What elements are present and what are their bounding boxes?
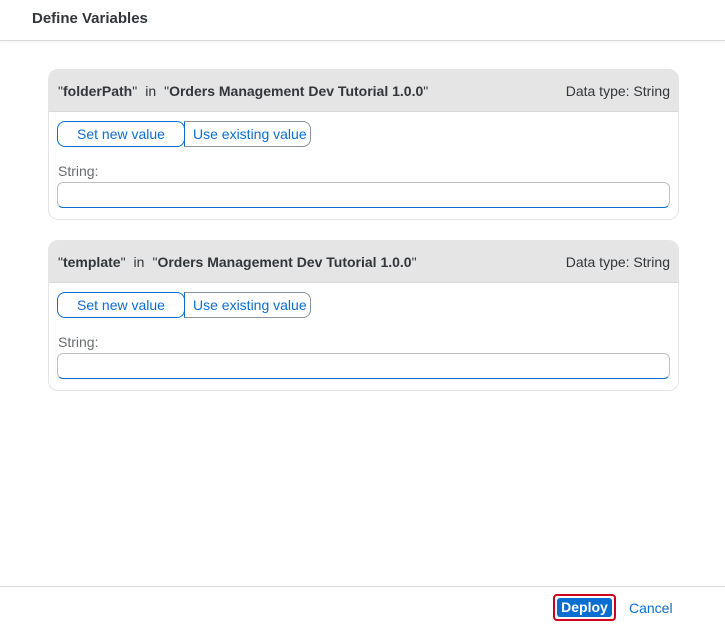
dialog-content: "folderPath" in "Orders Management Dev Tut… — [0, 42, 725, 586]
dialog-title: Define Variables — [32, 10, 148, 27]
variable-title: "template" in "Orders Management Dev Tutor… — [58, 254, 417, 270]
dialog-header: Define Variables — [0, 0, 725, 41]
define-variables-dialog: Define Variables "folderPath" in "Orders M… — [0, 0, 725, 627]
variable-panel-template: "template" in "Orders Management Dev Tutor… — [48, 240, 679, 391]
value-mode-segmented-button: Set new value Use existing value — [57, 121, 311, 147]
variable-in-word: in — [133, 254, 145, 270]
variable-scope: Orders Management Dev Tutorial 1.0.0 — [169, 83, 424, 99]
variable-data-type: Data type: String — [565, 254, 670, 270]
set-new-value-button[interactable]: Set new value — [57, 292, 185, 318]
set-new-value-button[interactable]: Set new value — [57, 121, 185, 147]
string-field-label: String: — [58, 334, 99, 350]
variable-name: template — [62, 254, 121, 270]
variable-in-word: in — [145, 83, 157, 99]
use-existing-value-button[interactable]: Use existing value — [184, 292, 311, 318]
use-existing-value-button[interactable]: Use existing value — [184, 121, 311, 147]
variable-panel-header: "folderPath" in "Orders Management Dev Tut… — [49, 70, 678, 112]
variable-scope: Orders Management Dev Tutorial 1.0.0 — [157, 254, 412, 270]
cancel-button[interactable]: Cancel — [629, 600, 673, 616]
dialog-footer: Deploy Cancel — [0, 586, 725, 627]
string-value-input[interactable] — [57, 353, 670, 379]
deploy-button-highlight: Deploy — [553, 594, 616, 621]
deploy-button[interactable]: Deploy — [557, 598, 612, 617]
variable-data-type: Data type: String — [565, 83, 670, 99]
variable-panel-folderpath: "folderPath" in "Orders Management Dev Tut… — [48, 69, 679, 220]
value-mode-segmented-button: Set new value Use existing value — [57, 292, 311, 318]
string-value-input[interactable] — [57, 182, 670, 208]
variable-name: folderPath — [62, 83, 133, 99]
variable-panel-header: "template" in "Orders Management Dev Tutor… — [49, 241, 678, 283]
string-field-label: String: — [58, 163, 99, 179]
variable-title: "folderPath" in "Orders Management Dev Tut… — [58, 83, 429, 99]
